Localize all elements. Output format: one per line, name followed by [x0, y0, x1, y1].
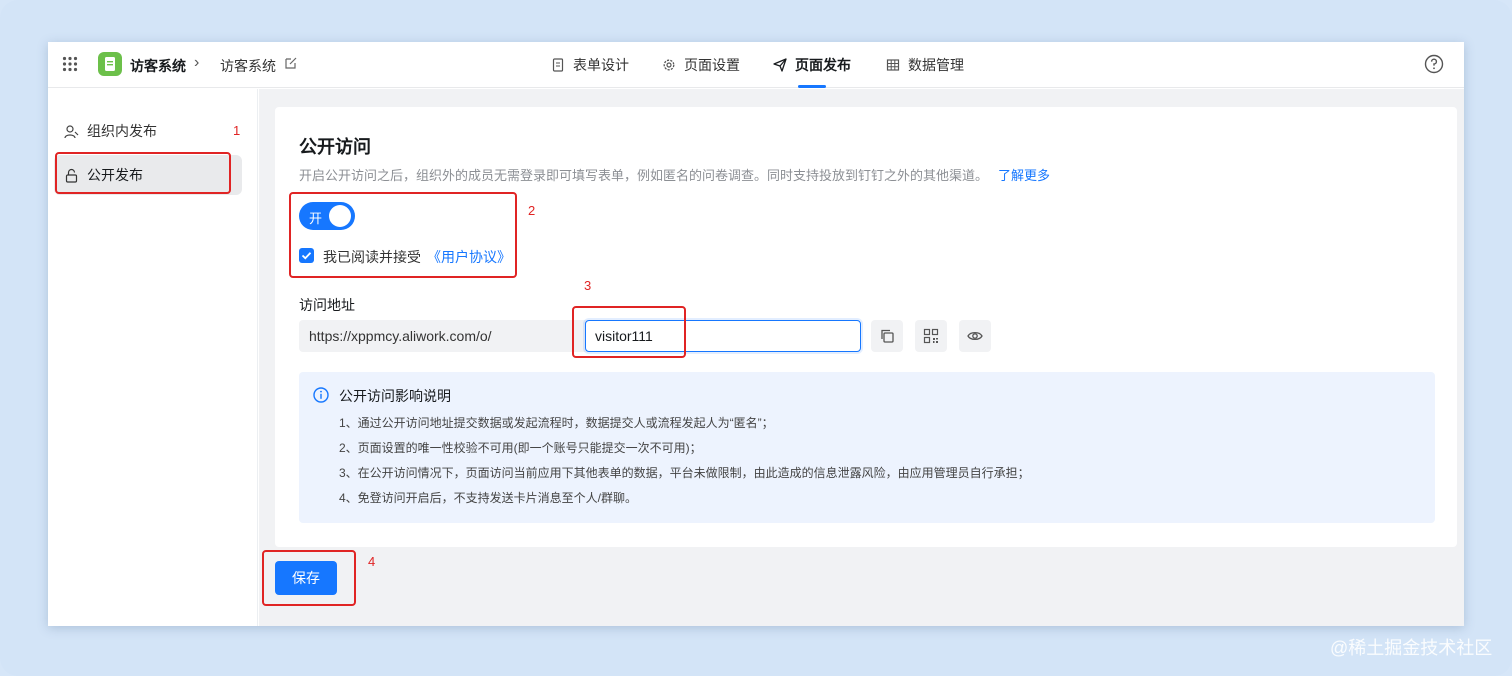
tab-page-settings[interactable]: 页面设置 [662, 42, 740, 88]
save-button[interactable]: 保存 [275, 561, 337, 595]
notice-line: 2、页面设置的唯一性校验不可用(即一个账号只能提交一次不可用)； [339, 441, 702, 455]
app-logo [98, 52, 122, 76]
app-window: 访客系统 › 访客系统 表单设计 页面设置 页面发布 数据管理 组织内发布 公开… [48, 42, 1464, 626]
learn-more-link[interactable]: 了解更多 [998, 168, 1050, 183]
notice-line: 4、免登访问开启后，不支持发送卡片消息至个人/群聊。 [339, 491, 638, 505]
app-name[interactable]: 访客系统 [130, 56, 186, 76]
qr-code-button[interactable] [915, 320, 947, 352]
edit-icon[interactable] [284, 56, 298, 70]
copy-icon [881, 329, 894, 343]
tab-form-design[interactable]: 表单设计 [551, 42, 629, 88]
agree-text: 我已阅读并接受 [323, 249, 421, 265]
tab-label: 页面发布 [795, 57, 851, 73]
form-document-icon [105, 57, 115, 71]
page-title: 公开访问 [299, 137, 371, 157]
gear-icon [663, 59, 675, 71]
public-access-card: 公开访问 开启公开访问之后，组织外的成员无需登录即可填写表单，例如匿名的问卷调查… [275, 107, 1457, 547]
active-tab-indicator [798, 85, 826, 88]
eye-icon [967, 331, 983, 341]
description-text: 开启公开访问之后，组织外的成员无需登录即可填写表单，例如匿名的问卷调查。同时支持… [299, 168, 989, 183]
breadcrumb-page[interactable]: 访客系统 [220, 56, 276, 76]
unlock-icon [65, 168, 78, 183]
annotation-number-1: 1 [233, 123, 241, 138]
address-label: 访问地址 [299, 297, 355, 313]
annotation-number-3: 3 [584, 278, 592, 293]
page-description: 开启公开访问之后，组织外的成员无需登录即可填写表单，例如匿名的问卷调查。同时支持… [299, 165, 1050, 184]
url-prefix: https://xppmcy.aliwork.com/o/ [299, 320, 589, 352]
send-icon [773, 58, 787, 72]
public-access-toggle[interactable]: 开 [299, 202, 355, 230]
sidebar-item-public-publish[interactable]: 公开发布 [54, 155, 242, 195]
sidebar-item-internal-publish[interactable]: 组织内发布 [54, 111, 242, 151]
app-grid-icon[interactable] [62, 56, 78, 72]
tab-page-publish[interactable]: 页面发布 [773, 42, 851, 88]
notice-box: 公开访问影响说明 1、通过公开访问地址提交数据或发起流程时，数据提交人或流程发起… [299, 372, 1435, 523]
toggle-knob [329, 205, 351, 227]
tab-label: 页面设置 [684, 57, 740, 73]
notice-title: 公开访问影响说明 [339, 388, 451, 404]
info-icon [313, 387, 329, 403]
notice-line: 3、在公开访问情况下，页面访问当前应用下其他表单的数据，平台未做限制，由此造成的… [339, 466, 1030, 480]
main-content: 公开访问 开启公开访问之后，组织外的成员无需登录即可填写表单，例如匿名的问卷调查… [259, 89, 1464, 626]
table-icon [886, 59, 900, 71]
document-icon [552, 58, 564, 72]
tab-label: 表单设计 [573, 57, 629, 73]
top-bar: 访客系统 › 访客系统 表单设计 页面设置 页面发布 数据管理 [48, 42, 1464, 88]
annotation-number-4: 4 [368, 554, 376, 569]
tab-data-management[interactable]: 数据管理 [886, 42, 964, 88]
sidebar-item-label: 组织内发布 [87, 123, 157, 139]
tab-label: 数据管理 [908, 57, 964, 73]
preview-button[interactable] [959, 320, 991, 352]
copy-button[interactable] [871, 320, 903, 352]
breadcrumb-separator: › [194, 54, 200, 71]
sidebar-item-label: 公开发布 [87, 167, 143, 183]
qr-code-icon [923, 328, 939, 344]
notice-line: 1、通过公开访问地址提交数据或发起流程时，数据提交人或流程发起人为“匿名”； [339, 416, 774, 430]
help-icon[interactable] [1424, 54, 1444, 74]
users-icon [64, 124, 79, 138]
user-agreement-link[interactable]: 《用户协议》 [427, 249, 511, 265]
sidebar: 组织内发布 公开发布 [48, 89, 258, 626]
agree-label: 我已阅读并接受 《用户协议》 [323, 247, 511, 267]
url-suffix-input[interactable] [585, 320, 861, 352]
watermark: @稀土掘金技术社区 [1330, 638, 1493, 658]
annotation-number-2: 2 [528, 203, 536, 218]
agree-checkbox[interactable] [299, 248, 314, 263]
check-icon [301, 252, 312, 260]
toggle-label: 开 [309, 211, 323, 226]
